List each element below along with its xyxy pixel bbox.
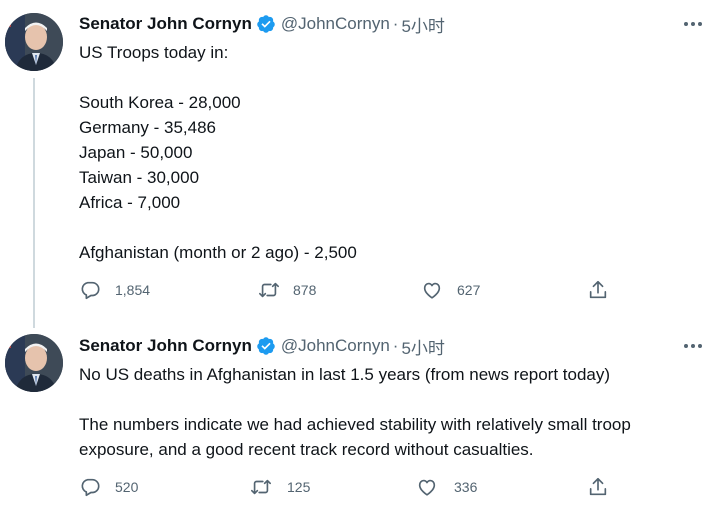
tweet-header: Senator John Cornyn @JohnCornyn · 5小时 bbox=[79, 334, 445, 358]
header-separator: · bbox=[392, 14, 399, 33]
verified-badge-icon bbox=[256, 14, 276, 34]
tweet-timestamp[interactable]: 5小时 bbox=[401, 12, 444, 37]
reply-bubble-icon bbox=[81, 281, 100, 300]
tweet[interactable]: Senator John Cornyn @JohnCornyn · 5小时 No… bbox=[0, 322, 719, 506]
more-dots-icon[interactable] bbox=[681, 334, 705, 358]
reply-button[interactable]: 1,854 bbox=[79, 279, 150, 301]
tweet-text: US Troops today in: South Korea - 28,000… bbox=[79, 43, 357, 262]
retweet-count: 878 bbox=[293, 282, 317, 298]
thread-connector-line bbox=[33, 78, 35, 328]
share-upload-icon bbox=[589, 280, 607, 299]
tweet-header: Senator John Cornyn @JohnCornyn · 5小时 bbox=[79, 12, 445, 36]
avatar[interactable] bbox=[5, 13, 63, 71]
retweet-button[interactable]: 125 bbox=[249, 476, 310, 498]
author-handle[interactable]: @JohnCornyn bbox=[281, 336, 390, 356]
retweet-count: 125 bbox=[287, 479, 311, 495]
heart-icon bbox=[423, 282, 441, 299]
reply-count: 520 bbox=[115, 479, 139, 495]
author-display-name[interactable]: Senator John Cornyn bbox=[79, 14, 252, 34]
like-count: 627 bbox=[457, 282, 481, 298]
heart-icon bbox=[418, 479, 436, 496]
tweet-text: No US deaths in Afghanistan in last 1.5 … bbox=[79, 365, 631, 459]
retweet-button[interactable]: 878 bbox=[257, 279, 316, 301]
tweet-actions: 520 125 336 bbox=[79, 476, 639, 502]
avatar-portrait-icon bbox=[5, 334, 63, 392]
retweet-arrows-icon bbox=[259, 282, 279, 298]
reply-button[interactable]: 520 bbox=[79, 476, 138, 498]
tweet-timestamp[interactable]: 5小时 bbox=[401, 334, 444, 359]
author-display-name[interactable]: Senator John Cornyn bbox=[79, 336, 252, 356]
header-separator: · bbox=[392, 336, 399, 355]
avatar-portrait-icon bbox=[5, 13, 63, 71]
like-count: 336 bbox=[454, 479, 478, 495]
reply-bubble-icon bbox=[81, 478, 100, 497]
more-dots-icon[interactable] bbox=[681, 12, 705, 36]
retweet-arrows-icon bbox=[251, 479, 271, 495]
tweet[interactable]: Senator John Cornyn @JohnCornyn · 5小时 US… bbox=[0, 0, 719, 328]
avatar[interactable] bbox=[5, 334, 63, 392]
like-button[interactable]: 627 bbox=[421, 279, 480, 301]
reply-count: 1,854 bbox=[115, 282, 151, 298]
verified-badge-icon bbox=[256, 336, 276, 356]
tweet-thread: Senator John Cornyn @JohnCornyn · 5小时 US… bbox=[0, 0, 719, 506]
author-handle[interactable]: @JohnCornyn bbox=[281, 14, 390, 34]
share-upload-icon bbox=[589, 477, 607, 496]
like-button[interactable]: 336 bbox=[416, 476, 477, 498]
share-button[interactable] bbox=[587, 476, 609, 498]
tweet-actions: 1,854 878 627 bbox=[79, 279, 639, 305]
share-button[interactable] bbox=[587, 279, 609, 301]
